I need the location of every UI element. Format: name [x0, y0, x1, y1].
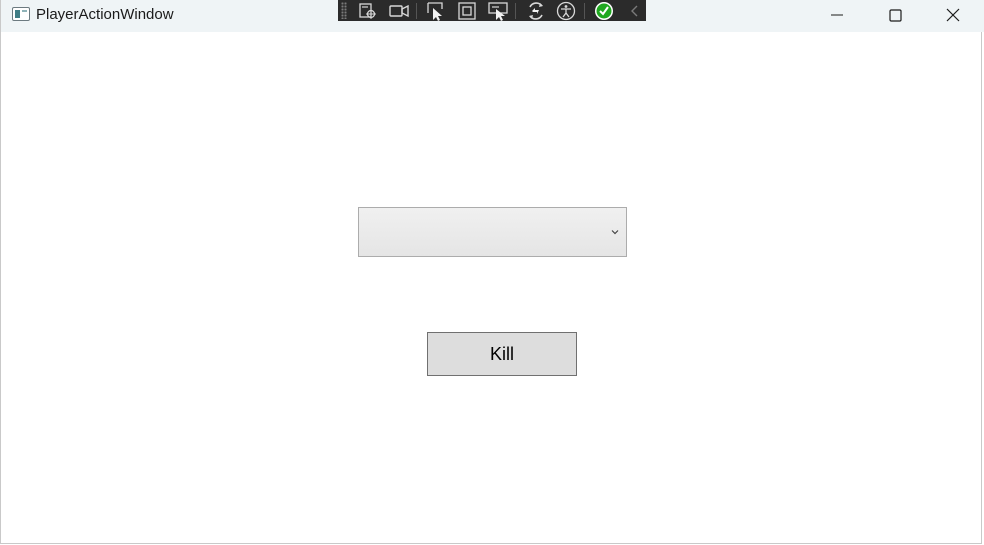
toolbar-grip-icon[interactable] [341, 2, 347, 19]
toolbar-separator [583, 2, 585, 19]
maximize-icon [888, 8, 902, 22]
display-layout-adorners-icon[interactable] [456, 0, 479, 21]
window-title: PlayerActionWindow [36, 6, 174, 23]
binding-check-icon[interactable] [593, 0, 616, 21]
xaml-debug-toolbar [338, 0, 646, 21]
toolbar-separator [515, 2, 517, 19]
close-button[interactable] [925, 0, 981, 30]
kill-button[interactable]: Kill [427, 332, 577, 376]
hot-reload-icon[interactable] [524, 0, 547, 21]
track-focused-element-icon[interactable] [387, 0, 410, 21]
action-combobox[interactable] [358, 207, 627, 257]
minimize-icon [831, 14, 843, 16]
select-element-icon[interactable] [425, 0, 448, 21]
maximize-button[interactable] [867, 0, 923, 30]
title-bar[interactable]: PlayerActionWindow [1, 0, 984, 32]
chevron-down-icon [611, 230, 619, 235]
collapse-toolbar-icon[interactable] [623, 0, 646, 21]
close-icon [946, 8, 960, 22]
accessibility-checker-icon[interactable] [555, 0, 578, 21]
window-app-icon[interactable] [12, 7, 30, 21]
toolbar-separator [416, 2, 418, 19]
live-visual-tree-icon[interactable] [357, 0, 380, 21]
player-action-window: PlayerActionWindow Kill [0, 0, 984, 544]
minimize-button[interactable] [809, 0, 865, 30]
preview-selection-icon[interactable] [487, 0, 510, 21]
